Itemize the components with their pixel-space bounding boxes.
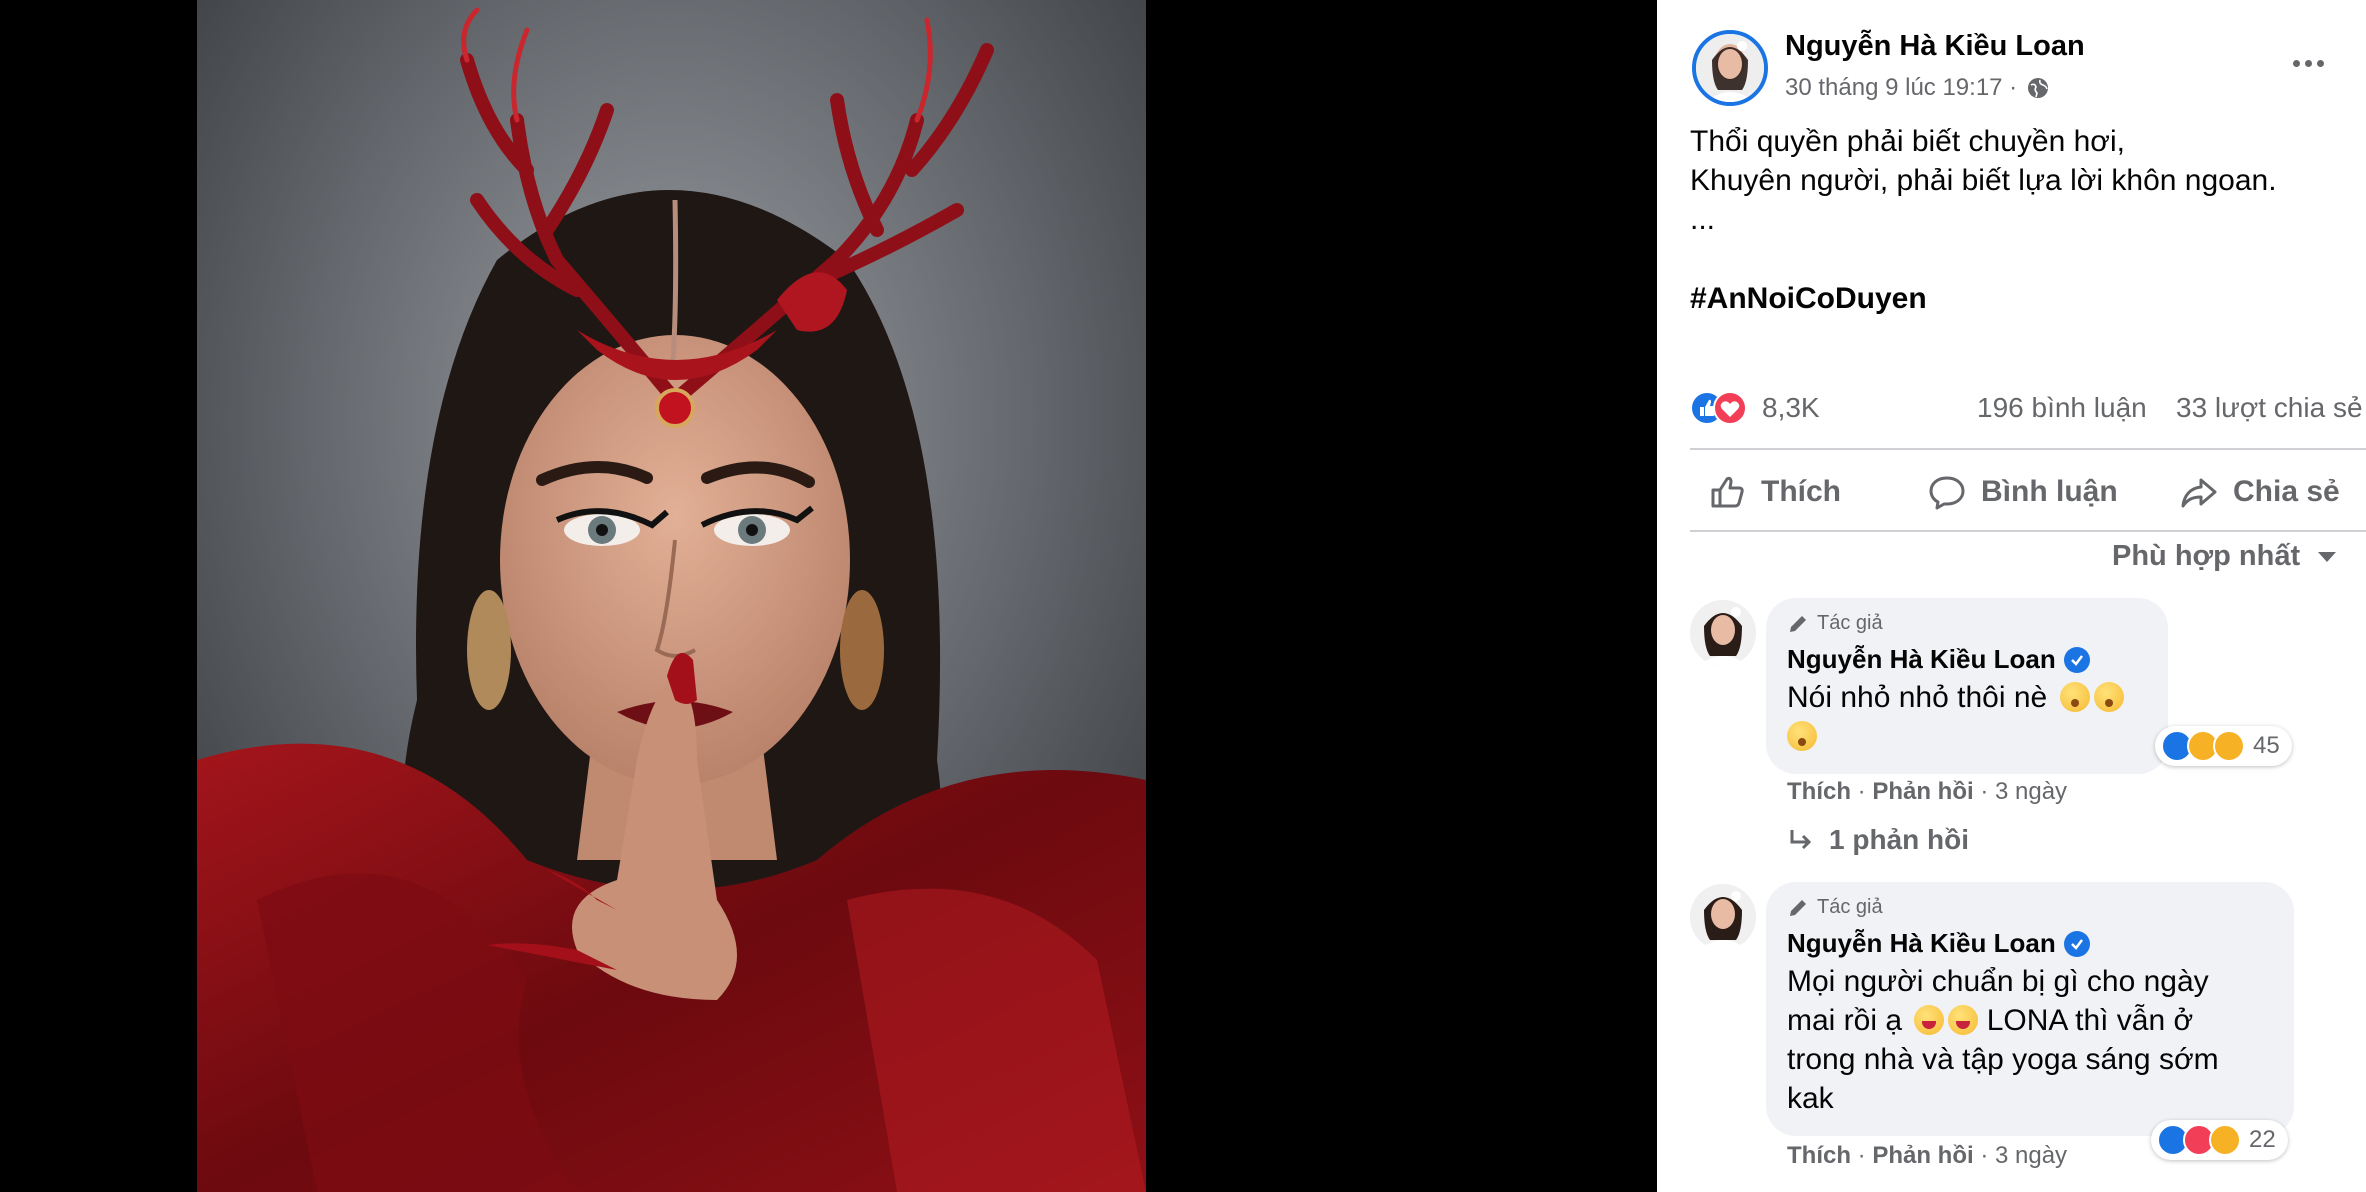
love-icon bbox=[1713, 391, 1747, 425]
share-label: Chia sẻ bbox=[2233, 475, 2340, 508]
comment-like-link[interactable]: Thích bbox=[1787, 778, 1851, 805]
verified-icon bbox=[2063, 646, 2090, 673]
shushing-emoji bbox=[2059, 682, 2090, 712]
comment-reactions[interactable]: 22 bbox=[2151, 1120, 2288, 1160]
comment-author-name: Nguyễn Hà Kiều Loan bbox=[1787, 644, 2056, 674]
comment-text-line: kak bbox=[1787, 1082, 1834, 1115]
comment-reply-link[interactable]: Phản hồi bbox=[1872, 778, 1973, 805]
comment-text-line: trong nhà và tập yoga sáng sớm bbox=[1787, 1043, 2219, 1076]
shushing-emoji bbox=[2093, 682, 2124, 712]
divider bbox=[1690, 448, 2366, 450]
like-button[interactable]: Thích bbox=[1707, 468, 1841, 516]
comment-time[interactable]: 3 ngày bbox=[1995, 778, 2067, 805]
comment-reaction-count: 45 bbox=[2253, 732, 2280, 759]
author-badge-label: Tác giả bbox=[1817, 612, 1883, 634]
share-button[interactable]: Chia sẻ bbox=[2179, 468, 2340, 516]
comment-reactions[interactable]: 45 bbox=[2155, 726, 2292, 766]
like-icon bbox=[1711, 476, 1744, 508]
author-badge: Tác giả bbox=[1787, 612, 1883, 635]
sort-label: Phù hợp nhất bbox=[2112, 540, 2301, 572]
globe-icon bbox=[2028, 78, 2049, 98]
author-badge-label: Tác giả bbox=[1817, 896, 1883, 918]
comment-sort-dropdown[interactable]: Phù hợp nhất bbox=[2112, 540, 2337, 573]
verified-icon bbox=[2063, 930, 2090, 957]
post-hashtag[interactable]: #AnNoiCoDuyen bbox=[1690, 282, 1927, 316]
reply-arrow-icon bbox=[1790, 830, 1812, 850]
reaction-icons[interactable] bbox=[1690, 390, 1750, 426]
pencil-icon bbox=[1790, 615, 1806, 632]
post-meta: 30 tháng 9 lúc 19:17 · bbox=[1785, 74, 2049, 102]
comment-text: Mọi người chuẩn bị gì cho ngày mai rồi ạ… bbox=[1787, 962, 2219, 1118]
reactions-summary: 8,3K 196 bình luận 33 lượt chia sẻ bbox=[1690, 388, 2366, 428]
portrait-illustration bbox=[197, 0, 1146, 1192]
post-text-line: ... bbox=[1690, 203, 1716, 236]
comment-like-link[interactable]: Thích bbox=[1787, 1142, 1851, 1169]
pencil-icon bbox=[1790, 899, 1806, 916]
comment-time[interactable]: 3 ngày bbox=[1995, 1142, 2067, 1169]
post-timestamp[interactable]: 30 tháng 9 lúc 19:17 · bbox=[1785, 74, 2017, 102]
author-avatar[interactable] bbox=[1692, 30, 1768, 106]
squinting-tongue-emoji bbox=[1914, 1005, 1945, 1035]
comment-text-line: mai rồi ạ bbox=[1787, 1004, 1903, 1037]
care-icon bbox=[2213, 730, 2245, 762]
replies-label: 1 phản hồi bbox=[1829, 824, 1969, 855]
comment-avatar[interactable] bbox=[1690, 884, 1756, 950]
reaction-count[interactable]: 8,3K bbox=[1762, 392, 1820, 424]
comment-count[interactable]: 196 bình luận bbox=[1977, 392, 2147, 424]
post-photo[interactable] bbox=[197, 0, 1146, 1192]
comment-label: Bình luận bbox=[1981, 475, 2118, 508]
caret-down-icon bbox=[2318, 551, 2337, 562]
comment-avatar[interactable] bbox=[1690, 600, 1756, 666]
divider bbox=[1690, 530, 2366, 532]
share-count[interactable]: 33 lượt chia sẻ bbox=[2176, 392, 2363, 424]
post-body: Thổi quyền phải biết chuyền hơi, Khuyên … bbox=[1690, 122, 2277, 239]
comment-text: Nói nhỏ nhỏ thôi nè bbox=[1787, 678, 2124, 756]
comment-author[interactable]: Nguyễn Hà Kiều Loan bbox=[1787, 644, 2090, 675]
comment-actions: Thích · Phản hồi · 3 ngày bbox=[1787, 778, 2068, 805]
comment-actions: Thích · Phản hồi · 3 ngày bbox=[1787, 1142, 2068, 1169]
more-options-icon[interactable] bbox=[2293, 50, 2333, 76]
comment-text-line: Nói nhỏ nhỏ thôi nè bbox=[1787, 681, 2048, 714]
squinting-tongue-emoji bbox=[1948, 1005, 1979, 1035]
care-icon bbox=[2209, 1124, 2241, 1156]
comment-button[interactable]: Bình luận bbox=[1927, 468, 2118, 516]
post-side-panel: Nguyễn Hà Kiều Loan 30 tháng 9 lúc 19:17… bbox=[1657, 0, 2366, 1192]
author-badge: Tác giả bbox=[1787, 896, 1883, 919]
post-text-line: Khuyên người, phải biết lựa lời khôn ngo… bbox=[1690, 164, 2277, 197]
shushing-emoji bbox=[1787, 721, 1817, 751]
comment-text-line: Mọi người chuẩn bị gì cho ngày bbox=[1787, 965, 2209, 998]
comment-text-line: LONA thì vẫn ở bbox=[1986, 1004, 2194, 1037]
post-text-line: Thổi quyền phải biết chuyền hơi, bbox=[1690, 125, 2125, 158]
photo-viewer bbox=[0, 0, 1657, 1192]
comment-icon bbox=[1929, 476, 1965, 510]
share-icon bbox=[2181, 478, 2217, 508]
comment-author[interactable]: Nguyễn Hà Kiều Loan bbox=[1787, 928, 2090, 959]
view-replies-link[interactable]: 1 phản hồi bbox=[1787, 824, 1969, 856]
post-author-name[interactable]: Nguyễn Hà Kiều Loan bbox=[1785, 30, 2085, 63]
comment-author-name: Nguyễn Hà Kiều Loan bbox=[1787, 928, 2056, 958]
like-label: Thích bbox=[1761, 475, 1841, 508]
comment-reaction-count: 22 bbox=[2249, 1126, 2276, 1153]
comment-reply-link[interactable]: Phản hồi bbox=[1872, 1142, 1973, 1169]
